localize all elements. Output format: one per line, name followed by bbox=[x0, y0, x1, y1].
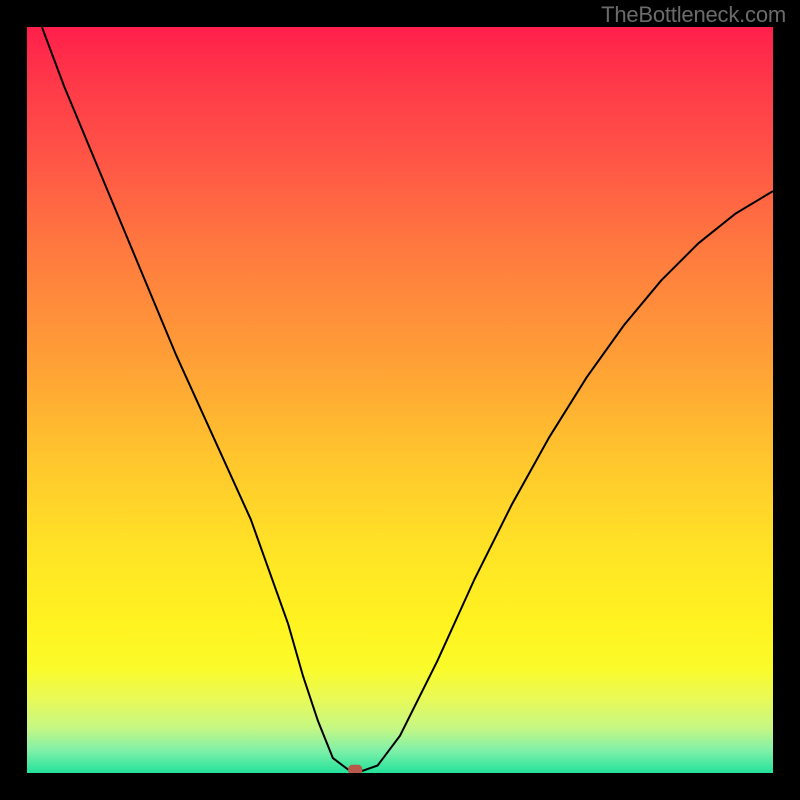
minimum-marker bbox=[348, 765, 362, 773]
plot-area bbox=[27, 27, 773, 773]
watermark-text: TheBottleneck.com bbox=[601, 2, 786, 28]
bottleneck-curve bbox=[42, 27, 773, 771]
chart-svg bbox=[27, 27, 773, 773]
chart-container: TheBottleneck.com bbox=[0, 0, 800, 800]
